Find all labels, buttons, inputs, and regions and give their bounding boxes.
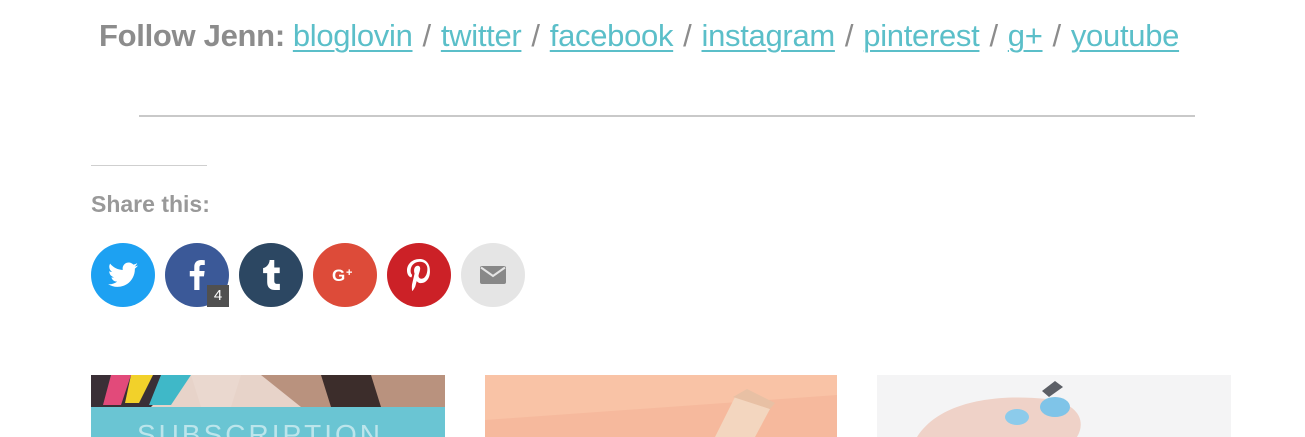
google-plus-icon: G + [330,265,360,285]
share-email-button[interactable] [461,243,525,307]
separator: / [531,18,540,53]
pinterest-p-icon [407,259,431,291]
share-tumblr-button[interactable] [239,243,303,307]
share-count-badge: 4 [207,285,229,307]
share-pinterest-button[interactable] [387,243,451,307]
share-title: Share this: [91,191,210,217]
separator: / [989,18,998,53]
separator: / [844,18,854,53]
separator: / [683,18,692,53]
related-post-2-thumbnail[interactable] [485,375,837,437]
share-twitter-button[interactable] [91,243,155,307]
svg-text:+: + [346,267,352,279]
link-youtube[interactable]: youtube [1071,18,1180,53]
share-facebook-button[interactable]: 4 [165,243,229,307]
related-post-1-overlay-text: SUBSCRIPTION [137,419,384,437]
separator: / [422,18,432,53]
link-pinterest[interactable]: pinterest [863,18,980,53]
related-post-3-thumbnail[interactable] [877,375,1231,437]
svg-text:G: G [332,266,345,285]
section-divider [139,115,1195,117]
link-gplus[interactable]: g+ [1008,18,1043,53]
related-post-1-thumbnail[interactable]: SUBSCRIPTION [91,375,445,437]
tumblr-t-icon [261,260,281,290]
follow-label: Follow Jenn: [99,18,285,53]
link-bloglovin[interactable]: bloglovin [293,18,413,53]
follow-links-line: Follow Jenn: bloglovin / twitter / facebook / i… [99,18,1179,54]
facebook-f-icon [188,260,206,290]
share-google-plus-button[interactable]: G + [313,243,377,307]
envelope-icon [480,266,506,284]
separator: / [1052,18,1062,53]
share-divider [91,165,207,166]
link-twitter[interactable]: twitter [441,18,522,53]
twitter-bird-icon [108,262,138,288]
link-facebook[interactable]: facebook [550,18,674,53]
link-instagram[interactable]: instagram [702,18,836,53]
